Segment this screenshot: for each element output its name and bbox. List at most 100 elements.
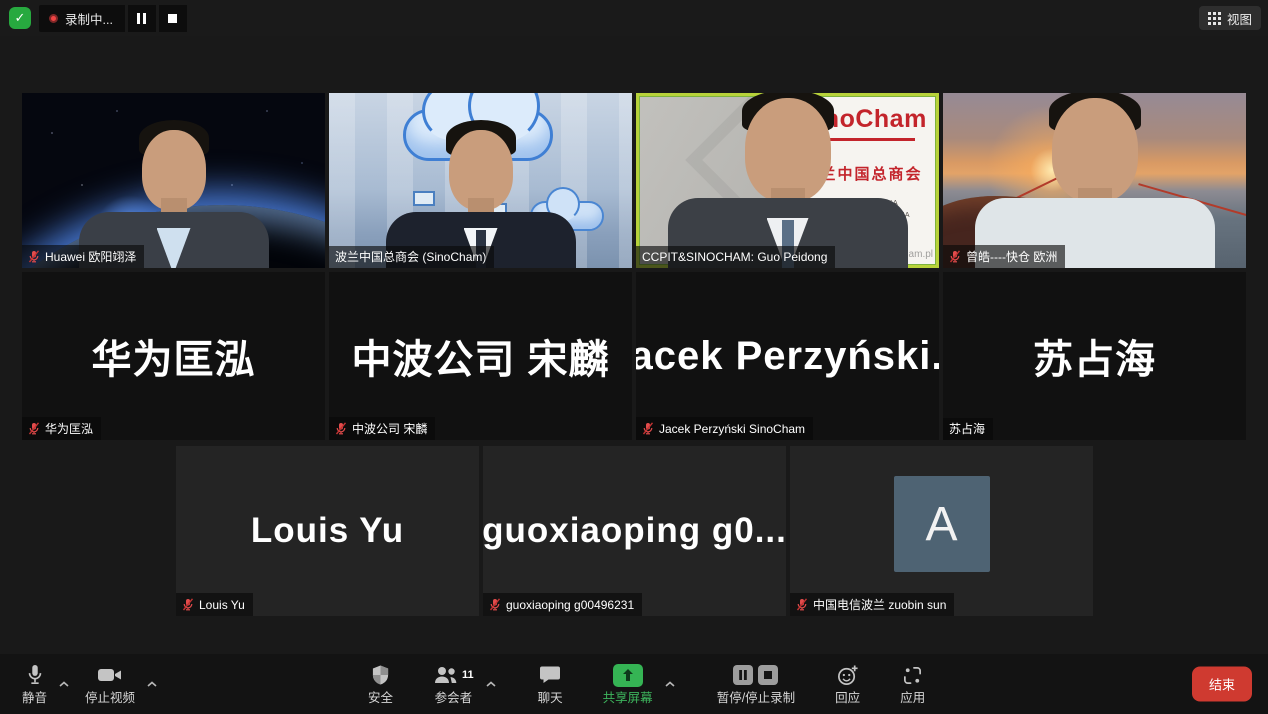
- muted-mic-icon: [28, 250, 40, 263]
- share-screen-icon: [613, 664, 643, 687]
- stop-video-label: 停止视频: [85, 692, 135, 705]
- participant-tile-huawei-ouyang[interactable]: Huawei 欧阳翊泽: [22, 93, 325, 268]
- apps-button[interactable]: 应用: [900, 663, 925, 705]
- display-name-large: Jacek Perzyński...: [636, 272, 939, 440]
- muted-mic-icon: [182, 598, 194, 611]
- recording-indicator: 录制中...: [39, 5, 187, 32]
- participant-name: 中波公司 宋麟: [352, 423, 427, 435]
- security-shield-icon: [371, 663, 390, 687]
- reactions-label: 回应: [835, 692, 860, 705]
- recording-status: 录制中...: [39, 5, 125, 32]
- participant-tile-jacek-perzynski[interactable]: Jacek Perzyński... Jacek Perzyński SinoC…: [636, 272, 939, 440]
- participants-label: 参会者: [435, 692, 473, 705]
- participant-name: Jacek Perzyński SinoCham: [659, 423, 805, 435]
- participant-tile-zenghao[interactable]: 曾皓----快仓 欧洲: [943, 93, 1246, 268]
- meeting-security-shield-icon[interactable]: ✓: [9, 7, 31, 29]
- share-screen-label: 共享屏幕: [603, 692, 653, 705]
- video-row-1: Huawei 欧阳翊泽 波兰中国总商会 (SinoCham) SinoCham: [22, 93, 1246, 268]
- apps-label: 应用: [900, 692, 925, 705]
- participants-count-badge: 11: [462, 670, 474, 681]
- participant-tile-guoxiaoping[interactable]: guoxiaoping g0... guoxiaoping g00496231: [483, 446, 786, 616]
- name-tag: 中波公司 宋麟: [329, 417, 435, 440]
- video-row-2: 华为匡泓 华为匡泓 中波公司 宋麟 中波公司 宋麟 Jacek Perzyńsk…: [22, 272, 1246, 440]
- video-camera-icon: [97, 663, 123, 687]
- display-name-large: Louis Yu: [176, 446, 479, 616]
- top-bar: ✓ 录制中... 视图: [0, 0, 1268, 36]
- display-name-large: guoxiaoping g0...: [483, 446, 786, 616]
- muted-mic-icon: [796, 598, 808, 611]
- pause-recording-button[interactable]: [128, 5, 156, 32]
- zoom-meeting-window: ✓ 录制中... 视图: [0, 0, 1268, 714]
- muted-mic-icon: [949, 250, 961, 263]
- video-options-chevron[interactable]: [145, 672, 159, 694]
- end-meeting-button[interactable]: 结束: [1192, 667, 1252, 702]
- record-control-label: 暂停/停止录制: [717, 692, 795, 705]
- display-name-large: 华为匡泓: [22, 272, 325, 440]
- participant-tile-zhongbo-songlin[interactable]: 中波公司 宋麟 中波公司 宋麟: [329, 272, 632, 440]
- avatar-letter: A: [925, 497, 957, 552]
- video-row-3: Louis Yu Louis Yu guoxiaoping g0... guox…: [176, 446, 1093, 616]
- pause-recording-icon: [733, 665, 753, 685]
- view-button[interactable]: 视图: [1199, 6, 1261, 30]
- muted-mic-icon: [642, 422, 654, 435]
- stop-recording-button[interactable]: [159, 5, 187, 32]
- share-options-chevron[interactable]: [663, 672, 677, 694]
- display-name-large: 苏占海: [943, 272, 1246, 440]
- participant-name: guoxiaoping g00496231: [506, 599, 634, 611]
- view-label: 视图: [1227, 9, 1252, 28]
- name-tag: 苏占海: [943, 418, 993, 440]
- name-tag: 波兰中国总商会 (SinoCham): [329, 246, 494, 268]
- mute-options-chevron[interactable]: [57, 672, 71, 694]
- name-tag: Jacek Perzyński SinoCham: [636, 417, 813, 440]
- name-tag: guoxiaoping g00496231: [483, 593, 642, 616]
- display-name-large: 中波公司 宋麟: [329, 272, 632, 440]
- participant-name: 华为匡泓: [45, 423, 93, 435]
- participant-tile-huawei-kuanghong[interactable]: 华为匡泓 华为匡泓: [22, 272, 325, 440]
- pause-stop-recording-button[interactable]: 暂停/停止录制: [717, 663, 795, 705]
- participant-name: 中国电信波兰 zuobin sun: [813, 599, 946, 611]
- security-label: 安全: [368, 692, 393, 705]
- virtual-background-bridge: [943, 93, 1246, 268]
- participants-icon: [433, 663, 459, 687]
- name-tag: 华为匡泓: [22, 417, 101, 440]
- reactions-button[interactable]: 回应: [835, 663, 860, 705]
- share-screen-button[interactable]: 共享屏幕: [603, 663, 653, 705]
- participant-name: Huawei 欧阳翊泽: [45, 251, 136, 263]
- meeting-toolbar: 静音 停止视频: [0, 654, 1268, 714]
- apps-icon: [902, 663, 923, 687]
- name-tag: Louis Yu: [176, 593, 253, 616]
- name-tag: Huawei 欧阳翊泽: [22, 245, 144, 268]
- mute-label: 静音: [22, 692, 47, 705]
- stop-video-button[interactable]: 停止视频: [85, 663, 135, 705]
- virtual-background-earth: [22, 93, 325, 268]
- virtual-background-cloud: [329, 93, 632, 268]
- microphone-icon: [25, 663, 45, 687]
- security-button[interactable]: 安全: [368, 663, 393, 705]
- participant-name: 曾皓----快仓 欧洲: [966, 251, 1057, 263]
- participant-tile-zuobin-sun[interactable]: A 中国电信波兰 zuobin sun: [790, 446, 1093, 616]
- participant-tile-sinocham-cloud[interactable]: 波兰中国总商会 (SinoCham): [329, 93, 632, 268]
- stop-recording-icon: [758, 665, 778, 685]
- participant-tile-suzhanhai[interactable]: 苏占海 苏占海: [943, 272, 1246, 440]
- chat-label: 聊天: [538, 692, 563, 705]
- mute-button[interactable]: 静音: [22, 663, 47, 705]
- stop-icon: [168, 14, 177, 23]
- participant-name: 波兰中国总商会 (SinoCham): [335, 251, 486, 263]
- participant-tile-louis-yu[interactable]: Louis Yu Louis Yu: [176, 446, 479, 616]
- pause-icon: [137, 13, 146, 24]
- participant-tile-guo-peidong-active-speaker[interactable]: SinoCham 波兰中国总商会 POLSKO-CHIŃSKANA IZBA G…: [636, 93, 939, 268]
- grid-view-icon: [1208, 12, 1221, 25]
- participant-name: Louis Yu: [199, 599, 245, 611]
- muted-mic-icon: [28, 422, 40, 435]
- participants-options-chevron[interactable]: [484, 672, 498, 694]
- chat-button[interactable]: 聊天: [538, 663, 563, 705]
- muted-mic-icon: [489, 598, 501, 611]
- chat-bubble-icon: [539, 663, 561, 687]
- participants-button[interactable]: 11 参会者: [433, 663, 474, 705]
- office-background: SinoCham 波兰中国总商会 POLSKO-CHIŃSKANA IZBA G…: [636, 93, 939, 268]
- name-tag: CCPIT&SINOCHAM: Guo Peidong: [636, 246, 835, 268]
- avatar: A: [894, 476, 990, 572]
- recording-label: 录制中...: [65, 9, 113, 28]
- muted-mic-icon: [335, 422, 347, 435]
- participant-name: CCPIT&SINOCHAM: Guo Peidong: [642, 251, 827, 263]
